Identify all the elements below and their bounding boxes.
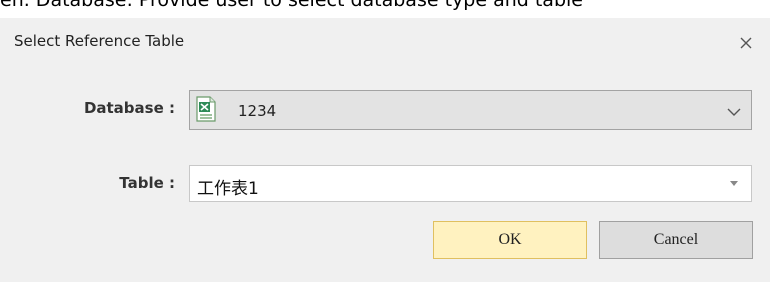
database-dropdown[interactable]: 1234: [189, 90, 752, 130]
cancel-button[interactable]: Cancel: [599, 221, 753, 259]
ok-button[interactable]: OK: [433, 221, 587, 259]
chevron-down-icon[interactable]: [727, 104, 741, 116]
excel-file-icon: [195, 96, 217, 122]
close-icon[interactable]: [732, 29, 760, 57]
database-value: 1234: [238, 102, 277, 120]
table-label: Table :: [119, 174, 175, 192]
background-page-text: en. Database: Provide user to select dat…: [0, 0, 583, 11]
dialog-titlebar: Select Reference Table: [0, 18, 770, 70]
dialog-title: Select Reference Table: [14, 32, 185, 50]
table-dropdown[interactable]: 工作表1: [189, 165, 752, 202]
select-reference-table-dialog: Select Reference Table Database : 1234 T…: [0, 18, 770, 282]
dropdown-arrow-icon[interactable]: [720, 169, 748, 198]
database-label: Database :: [83, 99, 175, 117]
table-value: 工作表1: [197, 179, 259, 199]
